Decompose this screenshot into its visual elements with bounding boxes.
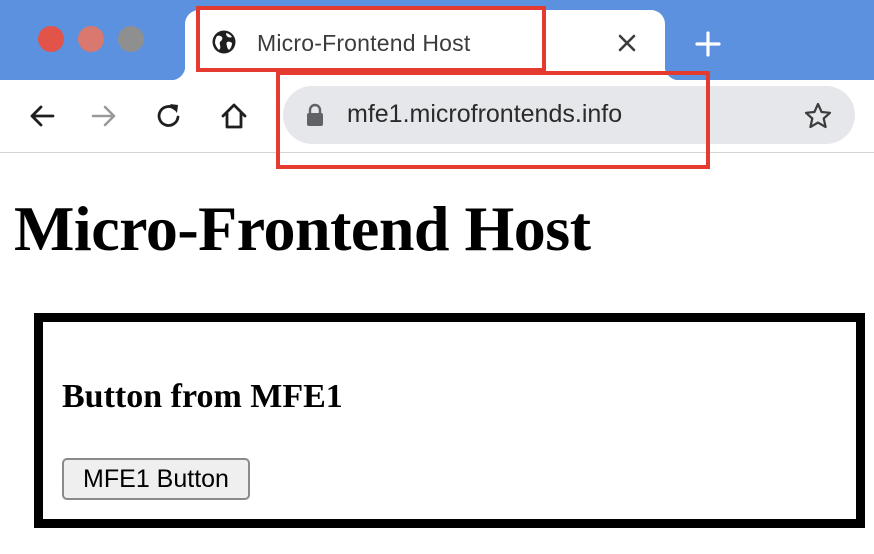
back-arrow-icon[interactable]	[26, 100, 58, 132]
tab-title: Micro-Frontend Host	[257, 30, 471, 56]
lock-icon[interactable]	[305, 103, 325, 127]
star-icon[interactable]	[803, 101, 833, 131]
mfe-heading: Button from MFE1	[62, 378, 343, 415]
page-title: Micro-Frontend Host	[14, 193, 591, 264]
close-icon[interactable]	[615, 31, 639, 55]
window-close-button[interactable]	[38, 26, 64, 52]
plus-icon[interactable]	[693, 29, 723, 59]
mfe1-button[interactable]: MFE1 Button	[62, 458, 250, 500]
globe-icon	[212, 30, 236, 54]
url-text[interactable]: mfe1.microfrontends.info	[347, 100, 622, 129]
window-zoom-button[interactable]	[118, 26, 144, 52]
active-tab[interactable]: Micro-Frontend Host	[171, 10, 679, 82]
address-bar[interactable]: mfe1.microfrontends.info	[283, 86, 855, 144]
browser-toolbar: mfe1.microfrontends.info	[0, 80, 874, 153]
tab-strip: Micro-Frontend Host	[0, 0, 874, 82]
home-icon[interactable]	[218, 100, 250, 132]
window-minimize-button[interactable]	[78, 26, 104, 52]
reload-icon[interactable]	[153, 100, 185, 132]
forward-arrow-icon[interactable]	[88, 100, 120, 132]
mfe-container: Button from MFE1 MFE1 Button	[34, 313, 865, 528]
